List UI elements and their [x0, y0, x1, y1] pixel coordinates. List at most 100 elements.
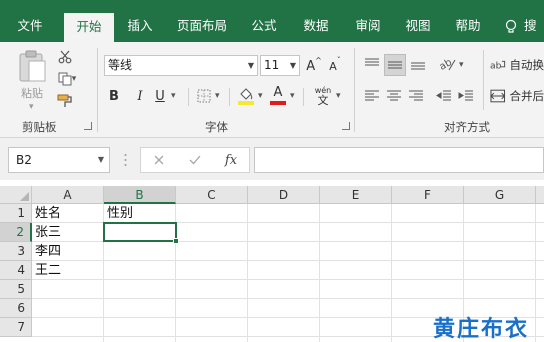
copy-button[interactable]: ▾ [56, 70, 78, 88]
row-header-7[interactable]: 7 [0, 318, 32, 337]
italic-button[interactable]: I [132, 86, 148, 106]
row-header-5[interactable]: 5 [0, 280, 32, 299]
formula-buttons: fx [140, 147, 250, 173]
align-bottom-icon [411, 62, 425, 70]
confirm-entry-button[interactable] [187, 152, 203, 168]
column-header-c[interactable]: C [176, 186, 248, 204]
cell-b1[interactable]: 性别 [104, 204, 175, 223]
phonetic-dropdown-arrow[interactable]: ▾ [336, 91, 341, 101]
active-cell-b2[interactable] [103, 222, 177, 242]
tab-data[interactable]: 数据 [296, 10, 336, 42]
indent-icon [458, 90, 473, 101]
column-header-d[interactable]: D [248, 186, 320, 204]
shrink-font-button[interactable]: Aˇ [326, 56, 344, 76]
orientation-button[interactable]: ab [438, 54, 458, 74]
align-middle-button[interactable] [384, 54, 406, 76]
tab-insert[interactable]: 插入 [120, 10, 160, 42]
row-header-4[interactable]: 4 [0, 261, 32, 280]
column-header-b[interactable]: B [104, 186, 176, 204]
cell-a4[interactable]: 王二 [32, 261, 103, 280]
merge-center-button[interactable]: 合并后 [490, 86, 544, 106]
fill-color-dropdown-arrow[interactable]: ▾ [258, 91, 263, 101]
font-size-combo[interactable]: 11 ▼ [260, 55, 300, 76]
underline-dropdown-arrow[interactable]: ▾ [171, 91, 176, 101]
title-bar [0, 0, 544, 10]
align-left-button[interactable] [362, 86, 382, 106]
scissors-icon [58, 50, 72, 64]
name-box[interactable]: B2 ▼ [8, 147, 110, 173]
clipboard-launcher[interactable] [84, 122, 92, 130]
borders-button[interactable] [194, 87, 214, 105]
font-color-dropdown-arrow[interactable]: ▾ [290, 91, 295, 101]
increase-indent-button[interactable] [456, 86, 476, 106]
formula-bar-grip[interactable] [124, 152, 127, 168]
phonetic-bottom-label: 文 [317, 94, 329, 107]
align-bottom-button[interactable] [408, 54, 428, 74]
column-header-h[interactable] [536, 186, 544, 204]
column-header-e[interactable]: E [320, 186, 392, 204]
toolbar-divider [303, 88, 304, 106]
fill-color-button[interactable] [236, 85, 256, 107]
align-center-button[interactable] [384, 86, 404, 106]
font-size-value: 11 [264, 58, 280, 72]
align-left-icon [365, 90, 379, 101]
chevron-down-icon: ▼ [289, 61, 296, 70]
clipboard-icon [19, 50, 46, 82]
column-header-a[interactable]: A [32, 186, 104, 204]
gridline [391, 204, 392, 342]
chevron-down-icon: ▼ [247, 61, 254, 70]
gridline [32, 260, 544, 261]
row-header-1[interactable]: 1 [0, 204, 32, 223]
wrap-text-button[interactable]: ab 自动换 [490, 55, 544, 75]
tab-formulas[interactable]: 公式 [244, 10, 284, 42]
bold-button[interactable]: B [106, 86, 122, 106]
paintbrush-icon [57, 94, 72, 107]
column-header-f[interactable]: F [392, 186, 464, 204]
font-name-value: 等线 [108, 58, 133, 72]
row-header-6[interactable]: 6 [0, 299, 32, 318]
cell-a2[interactable]: 张三 [32, 223, 103, 242]
tab-page-layout[interactable]: 页面布局 [170, 10, 234, 42]
svg-text:ab: ab [490, 61, 502, 72]
tab-home[interactable]: 开始 [64, 13, 114, 42]
select-all-button[interactable] [0, 186, 32, 204]
font-name-combo[interactable]: 等线 ▼ [104, 55, 258, 76]
caret-up-icon: ^ [315, 56, 322, 65]
cancel-entry-button[interactable] [151, 152, 167, 168]
paste-button[interactable]: 粘贴 [14, 48, 50, 102]
format-painter-button[interactable] [56, 92, 74, 110]
tab-file[interactable]: 文件 [8, 10, 52, 42]
align-right-button[interactable] [406, 86, 426, 106]
phonetic-guide-button[interactable]: wén 文 [312, 84, 334, 108]
column-header-g[interactable]: G [464, 186, 536, 204]
cell-a1[interactable]: 姓名 [32, 204, 103, 223]
font-launcher[interactable] [342, 122, 350, 130]
alignment-group-label: 对齐方式 [444, 120, 490, 134]
orientation-dropdown-arrow[interactable]: ▾ [459, 60, 464, 70]
paste-label: 粘贴 [21, 87, 43, 100]
text-angle-icon: ab [439, 57, 456, 72]
underline-button[interactable]: U [152, 86, 168, 106]
row-header-2[interactable]: 2 [0, 223, 32, 242]
wrap-text-label: 自动换 [509, 58, 544, 72]
tell-me-search[interactable]: 搜 [504, 10, 544, 42]
align-middle-icon [388, 61, 402, 69]
align-top-button[interactable] [362, 54, 382, 74]
row-header-3[interactable]: 3 [0, 242, 32, 261]
font-color-button[interactable]: A [268, 84, 288, 106]
cut-button[interactable] [56, 48, 74, 66]
grow-font-button[interactable]: A ^ [305, 56, 323, 76]
fill-handle[interactable] [173, 238, 179, 244]
borders-dropdown-arrow[interactable]: ▾ [215, 91, 220, 101]
cell-a3[interactable]: 李四 [32, 242, 103, 261]
tab-view[interactable]: 视图 [398, 10, 438, 42]
insert-function-button[interactable]: fx [221, 151, 241, 169]
formula-input[interactable] [254, 147, 544, 173]
clipboard-group-label: 剪贴板 [22, 120, 57, 134]
align-center-icon [387, 90, 401, 101]
shrink-font-label: A [329, 59, 337, 73]
decrease-indent-button[interactable] [434, 86, 454, 106]
paste-dropdown-arrow[interactable]: ▾ [29, 102, 34, 112]
tab-review[interactable]: 审阅 [348, 10, 388, 42]
tab-help[interactable]: 帮助 [448, 10, 488, 42]
